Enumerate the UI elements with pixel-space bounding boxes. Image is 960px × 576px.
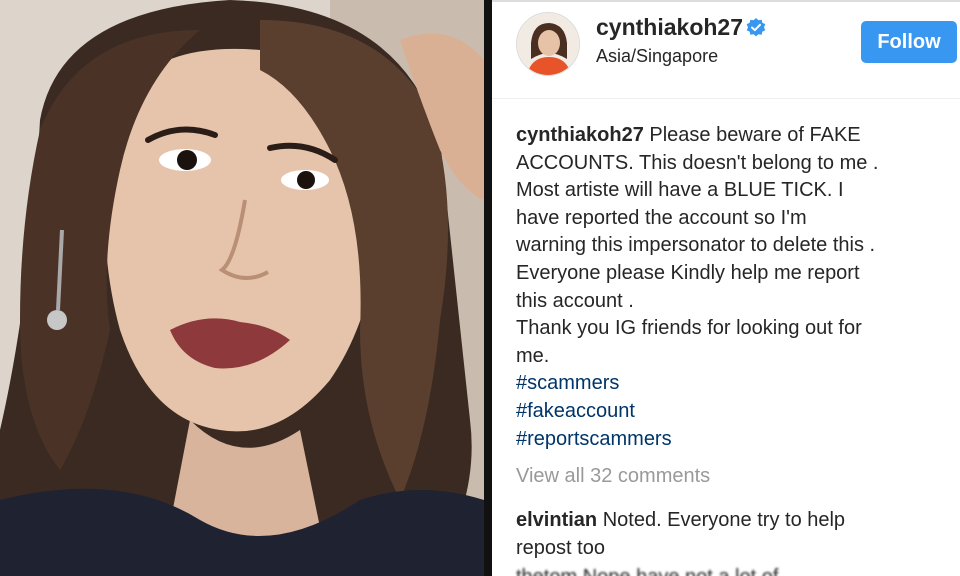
panel-divider (484, 0, 492, 576)
avatar[interactable] (516, 12, 580, 76)
post-caption: cynthiakoh27 Please beware of FAKE ACCOU… (516, 122, 946, 453)
header-divider (492, 98, 960, 99)
caption-text: Please beware of FAKE (649, 124, 861, 146)
hashtag-link[interactable]: #fakeaccount (516, 398, 946, 426)
hashtag-link[interactable]: #scammers (516, 370, 946, 398)
comment-username[interactable]: elvintian (516, 509, 597, 531)
caption-line: Most artiste will have a BLUE TICK. I (516, 179, 844, 202)
avatar-image (517, 13, 579, 75)
follow-button[interactable]: Follow (861, 21, 957, 63)
post-photo (0, 0, 484, 576)
caption-line: have reported the account so I'm (516, 206, 807, 229)
caption-line: warning this impersonator to delete this… (516, 234, 876, 257)
hashtag-link[interactable]: #reportscammers (516, 426, 946, 454)
caption-line: this account . (516, 289, 634, 312)
caption-line: ACCOUNTS. This doesn't belong to me . (516, 151, 879, 174)
post-header: cynthiakoh27 Asia/Singapore Follow (492, 0, 960, 96)
instagram-post: cynthiakoh27 Asia/Singapore Follow cynth… (492, 0, 960, 576)
caption-username[interactable]: cynthiakoh27 (516, 124, 644, 146)
caption-line: me. (516, 344, 550, 367)
verified-badge-icon (746, 18, 766, 37)
comment-text: Noted. Everyone try to help (602, 509, 846, 531)
partial-comment: thetom Nope have not a lot of (516, 566, 946, 576)
post-username[interactable]: cynthiakoh27 (596, 14, 743, 41)
caption-line: cynthiakoh27 Please beware of FAKE (516, 122, 946, 150)
post-location[interactable]: Asia/Singapore (596, 46, 718, 67)
view-all-comments-link[interactable]: View all 32 comments (516, 465, 710, 488)
portrait-illustration (0, 0, 484, 576)
caption-line: Everyone please Kindly help me report (516, 261, 860, 284)
comment: elvintian Noted. Everyone try to help re… (516, 506, 946, 562)
comment-text-continued: repost too (516, 537, 605, 559)
caption-line: Thank you IG friends for looking out for (516, 317, 862, 340)
